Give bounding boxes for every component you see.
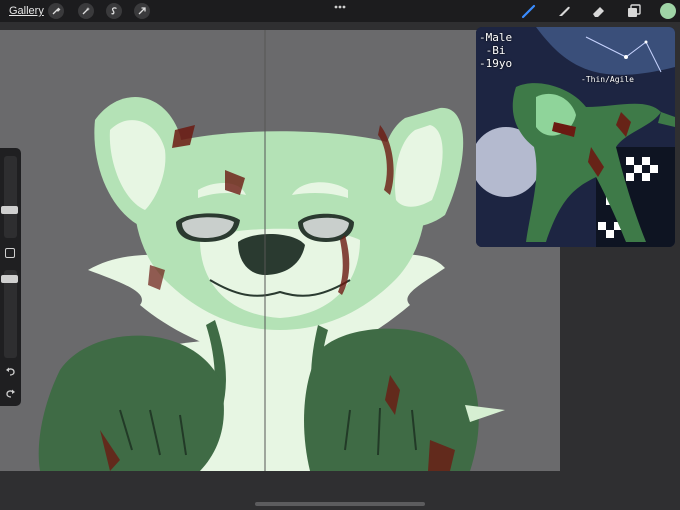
transform-arrow-icon[interactable] xyxy=(134,3,150,19)
reference-label-line-3: -19yo xyxy=(479,57,513,70)
reference-build-label: -Thin/Agile xyxy=(581,75,634,84)
modify-button[interactable] xyxy=(5,248,15,258)
side-slider-panel xyxy=(0,148,21,406)
redo-icon[interactable] xyxy=(5,388,16,399)
brush-icon[interactable] xyxy=(521,3,537,19)
reference-window[interactable]: -Male -Bi -19yo -Thin/Agile xyxy=(476,27,675,247)
gallery-button[interactable]: Gallery xyxy=(9,5,44,17)
smudge-icon[interactable] xyxy=(556,3,572,19)
magic-wand-icon[interactable] xyxy=(78,3,94,19)
brush-size-handle[interactable] xyxy=(1,206,18,214)
opacity-slider[interactable] xyxy=(4,270,17,358)
undo-icon[interactable] xyxy=(5,366,16,377)
wrench-icon[interactable] xyxy=(48,3,64,19)
reference-label-line-1: -Male xyxy=(479,31,513,44)
opacity-handle[interactable] xyxy=(1,275,18,283)
top-toolbar: Gallery xyxy=(0,0,680,22)
eraser-icon[interactable] xyxy=(591,3,607,19)
color-picker-button[interactable] xyxy=(660,3,676,19)
brush-size-slider[interactable] xyxy=(4,156,17,238)
layers-icon[interactable] xyxy=(626,3,642,19)
reference-label-line-2: -Bi xyxy=(479,44,506,57)
home-indicator[interactable] xyxy=(255,502,425,506)
selection-s-icon[interactable] xyxy=(106,3,122,19)
more-options-icon[interactable] xyxy=(330,1,350,13)
